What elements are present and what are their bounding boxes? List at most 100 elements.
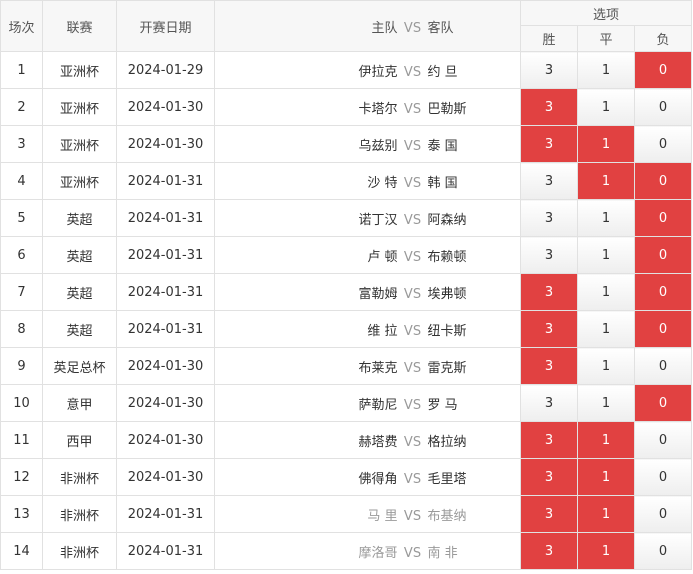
vs-label: VS	[403, 286, 422, 302]
match-date: 2024-01-31	[116, 495, 215, 533]
round-number: 3	[0, 125, 43, 163]
vs-label: VS	[403, 64, 422, 80]
win-option[interactable]: 3	[520, 51, 578, 89]
lose-option[interactable]: 0	[633, 347, 693, 385]
league-name: 英超	[42, 273, 117, 311]
win-option-value: 3	[544, 247, 554, 263]
table-row: 6 英超 2024-01-31 卢 顿 VS 布赖顿 3 1 0	[0, 236, 693, 274]
win-option-selected[interactable]: 3	[520, 125, 578, 163]
win-option-selected[interactable]: 3	[520, 88, 578, 126]
win-option-value: 3	[544, 136, 554, 152]
match-cell: 佛得角 VS 毛里塔	[214, 458, 521, 496]
draw-option-selected[interactable]: 1	[577, 532, 635, 570]
match-date: 2024-01-31	[116, 273, 215, 311]
win-option-value: 3	[544, 210, 554, 226]
match-date: 2024-01-30	[116, 347, 215, 385]
win-option[interactable]: 3	[520, 384, 578, 422]
match-selection-table: 场次 联赛 开赛日期 主队 VS 客队 选项 胜 平 负 1 亚洲杯 2024-01-2…	[0, 0, 693, 570]
round-number: 11	[0, 421, 43, 459]
match-date: 2024-01-29	[116, 51, 215, 89]
away-team: 埃弗顿	[427, 286, 467, 302]
lose-option-selected[interactable]: 0	[633, 51, 693, 89]
lose-option-value: 0	[658, 543, 668, 559]
win-option-selected[interactable]: 3	[520, 310, 578, 348]
lose-option-selected[interactable]: 0	[633, 162, 693, 200]
round-number: 7	[0, 273, 43, 311]
win-option[interactable]: 3	[520, 162, 578, 200]
lose-option[interactable]: 0	[633, 458, 693, 496]
win-option[interactable]: 3	[520, 199, 578, 237]
match-cell: 维 拉 VS 纽卡斯	[214, 310, 521, 348]
vs-label: VS	[403, 434, 422, 450]
lose-option-selected[interactable]: 0	[633, 199, 693, 237]
home-team: 卢 顿	[367, 249, 398, 265]
header-options: 选项	[519, 0, 693, 26]
home-team: 维 拉	[367, 323, 398, 339]
match-date: 2024-01-30	[116, 458, 215, 496]
win-option-value: 3	[544, 469, 554, 485]
round-number: 13	[0, 495, 43, 533]
draw-option[interactable]: 1	[577, 88, 635, 126]
win-option-value: 3	[544, 432, 554, 448]
draw-option[interactable]: 1	[577, 310, 635, 348]
home-team: 沙 特	[367, 175, 398, 191]
draw-option-selected[interactable]: 1	[577, 125, 635, 163]
away-team: 毛里塔	[427, 471, 467, 487]
table-row: 10 意甲 2024-01-30 萨勒尼 VS 罗 马310	[0, 384, 693, 422]
draw-option-value: 1	[601, 284, 611, 300]
draw-option[interactable]: 1	[577, 347, 635, 385]
home-team: 赫塔费	[358, 434, 398, 450]
lose-option-selected[interactable]: 0	[633, 236, 693, 274]
draw-option-selected[interactable]: 1	[577, 458, 635, 496]
win-option-selected[interactable]: 3	[520, 273, 578, 311]
lose-option-value: 0	[658, 432, 668, 448]
home-team: 诺丁汉	[358, 212, 398, 228]
draw-option[interactable]: 1	[577, 236, 635, 274]
draw-option[interactable]: 1	[577, 384, 635, 422]
win-option-value: 3	[544, 543, 554, 559]
lose-option-value: 0	[658, 395, 668, 411]
lose-option[interactable]: 0	[633, 421, 693, 459]
lose-option-selected[interactable]: 0	[633, 273, 693, 311]
round-number: 12	[0, 458, 43, 496]
draw-option[interactable]: 1	[577, 273, 635, 311]
vs-label: VS	[403, 471, 422, 487]
win-option[interactable]: 3	[520, 236, 578, 274]
home-team: 卡塔尔	[358, 101, 398, 117]
draw-option-value: 1	[601, 247, 611, 263]
match-cell: 富勒姆 VS 埃弗顿	[214, 273, 521, 311]
lose-option-value: 0	[658, 358, 668, 374]
vs-label: VS	[403, 397, 422, 413]
lose-option[interactable]: 0	[633, 125, 693, 163]
draw-option[interactable]: 1	[577, 51, 635, 89]
win-option-selected[interactable]: 3	[520, 495, 578, 533]
lose-option-value: 0	[658, 62, 668, 78]
lose-option-selected[interactable]: 0	[633, 310, 693, 348]
lose-option-value: 0	[658, 469, 668, 485]
away-team: 格拉纳	[427, 434, 467, 450]
win-option-selected[interactable]: 3	[520, 421, 578, 459]
vs-label: VS	[403, 323, 422, 339]
draw-option-selected[interactable]: 1	[577, 162, 635, 200]
draw-option-value: 1	[601, 136, 611, 152]
away-team: 纽卡斯	[427, 323, 467, 339]
round-number: 14	[0, 532, 43, 570]
away-team: 阿森纳	[427, 212, 467, 228]
away-team: 南 非	[427, 545, 458, 561]
draw-option[interactable]: 1	[577, 199, 635, 237]
match-rows: 1 亚洲杯 2024-01-29 伊拉克 VS 约 旦 3 1 0 2 亚洲杯 2024-01-30 卡…	[0, 51, 693, 570]
win-option-selected[interactable]: 3	[520, 347, 578, 385]
lose-option[interactable]: 0	[633, 88, 693, 126]
away-team: 罗 马	[427, 397, 458, 413]
lose-option[interactable]: 0	[633, 495, 693, 533]
draw-option-value: 1	[601, 506, 611, 522]
draw-option-selected[interactable]: 1	[577, 495, 635, 533]
win-option-selected[interactable]: 3	[520, 532, 578, 570]
draw-option-selected[interactable]: 1	[577, 421, 635, 459]
lose-option-selected[interactable]: 0	[633, 384, 693, 422]
win-option-selected[interactable]: 3	[520, 458, 578, 496]
match-cell: 卢 顿 VS 布赖顿	[214, 236, 521, 274]
away-team: 泰 国	[427, 138, 458, 154]
lose-option[interactable]: 0	[633, 532, 693, 570]
league-name: 英超	[42, 236, 117, 274]
